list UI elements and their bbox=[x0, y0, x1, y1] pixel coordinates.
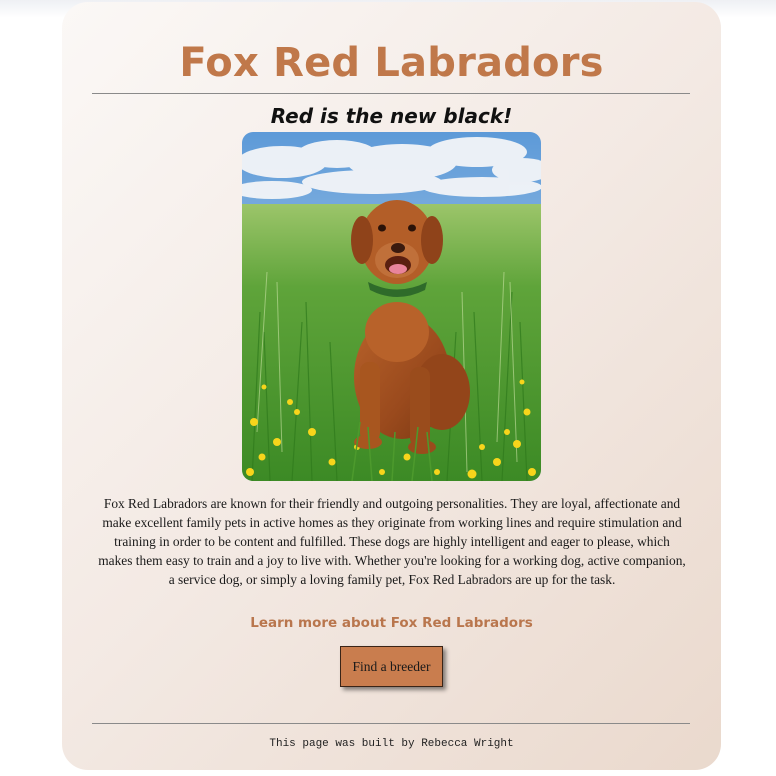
dog-photo bbox=[242, 132, 541, 481]
page-subtitle: Red is the new black! bbox=[270, 104, 513, 128]
footer-text: This page was built by Rebecca Wright bbox=[269, 738, 514, 750]
title-divider bbox=[92, 93, 690, 94]
page-title: Fox Red Labradors bbox=[179, 40, 604, 86]
content-card: Fox Red Labradors Red is the new black! bbox=[62, 2, 721, 770]
description-text: Fox Red Labradors are known for their fr… bbox=[98, 496, 686, 587]
footer-divider bbox=[92, 723, 690, 724]
learn-more-link[interactable]: Learn more about Fox Red Labradors bbox=[62, 613, 721, 633]
find-breeder-button[interactable]: Find a breeder bbox=[340, 646, 443, 687]
